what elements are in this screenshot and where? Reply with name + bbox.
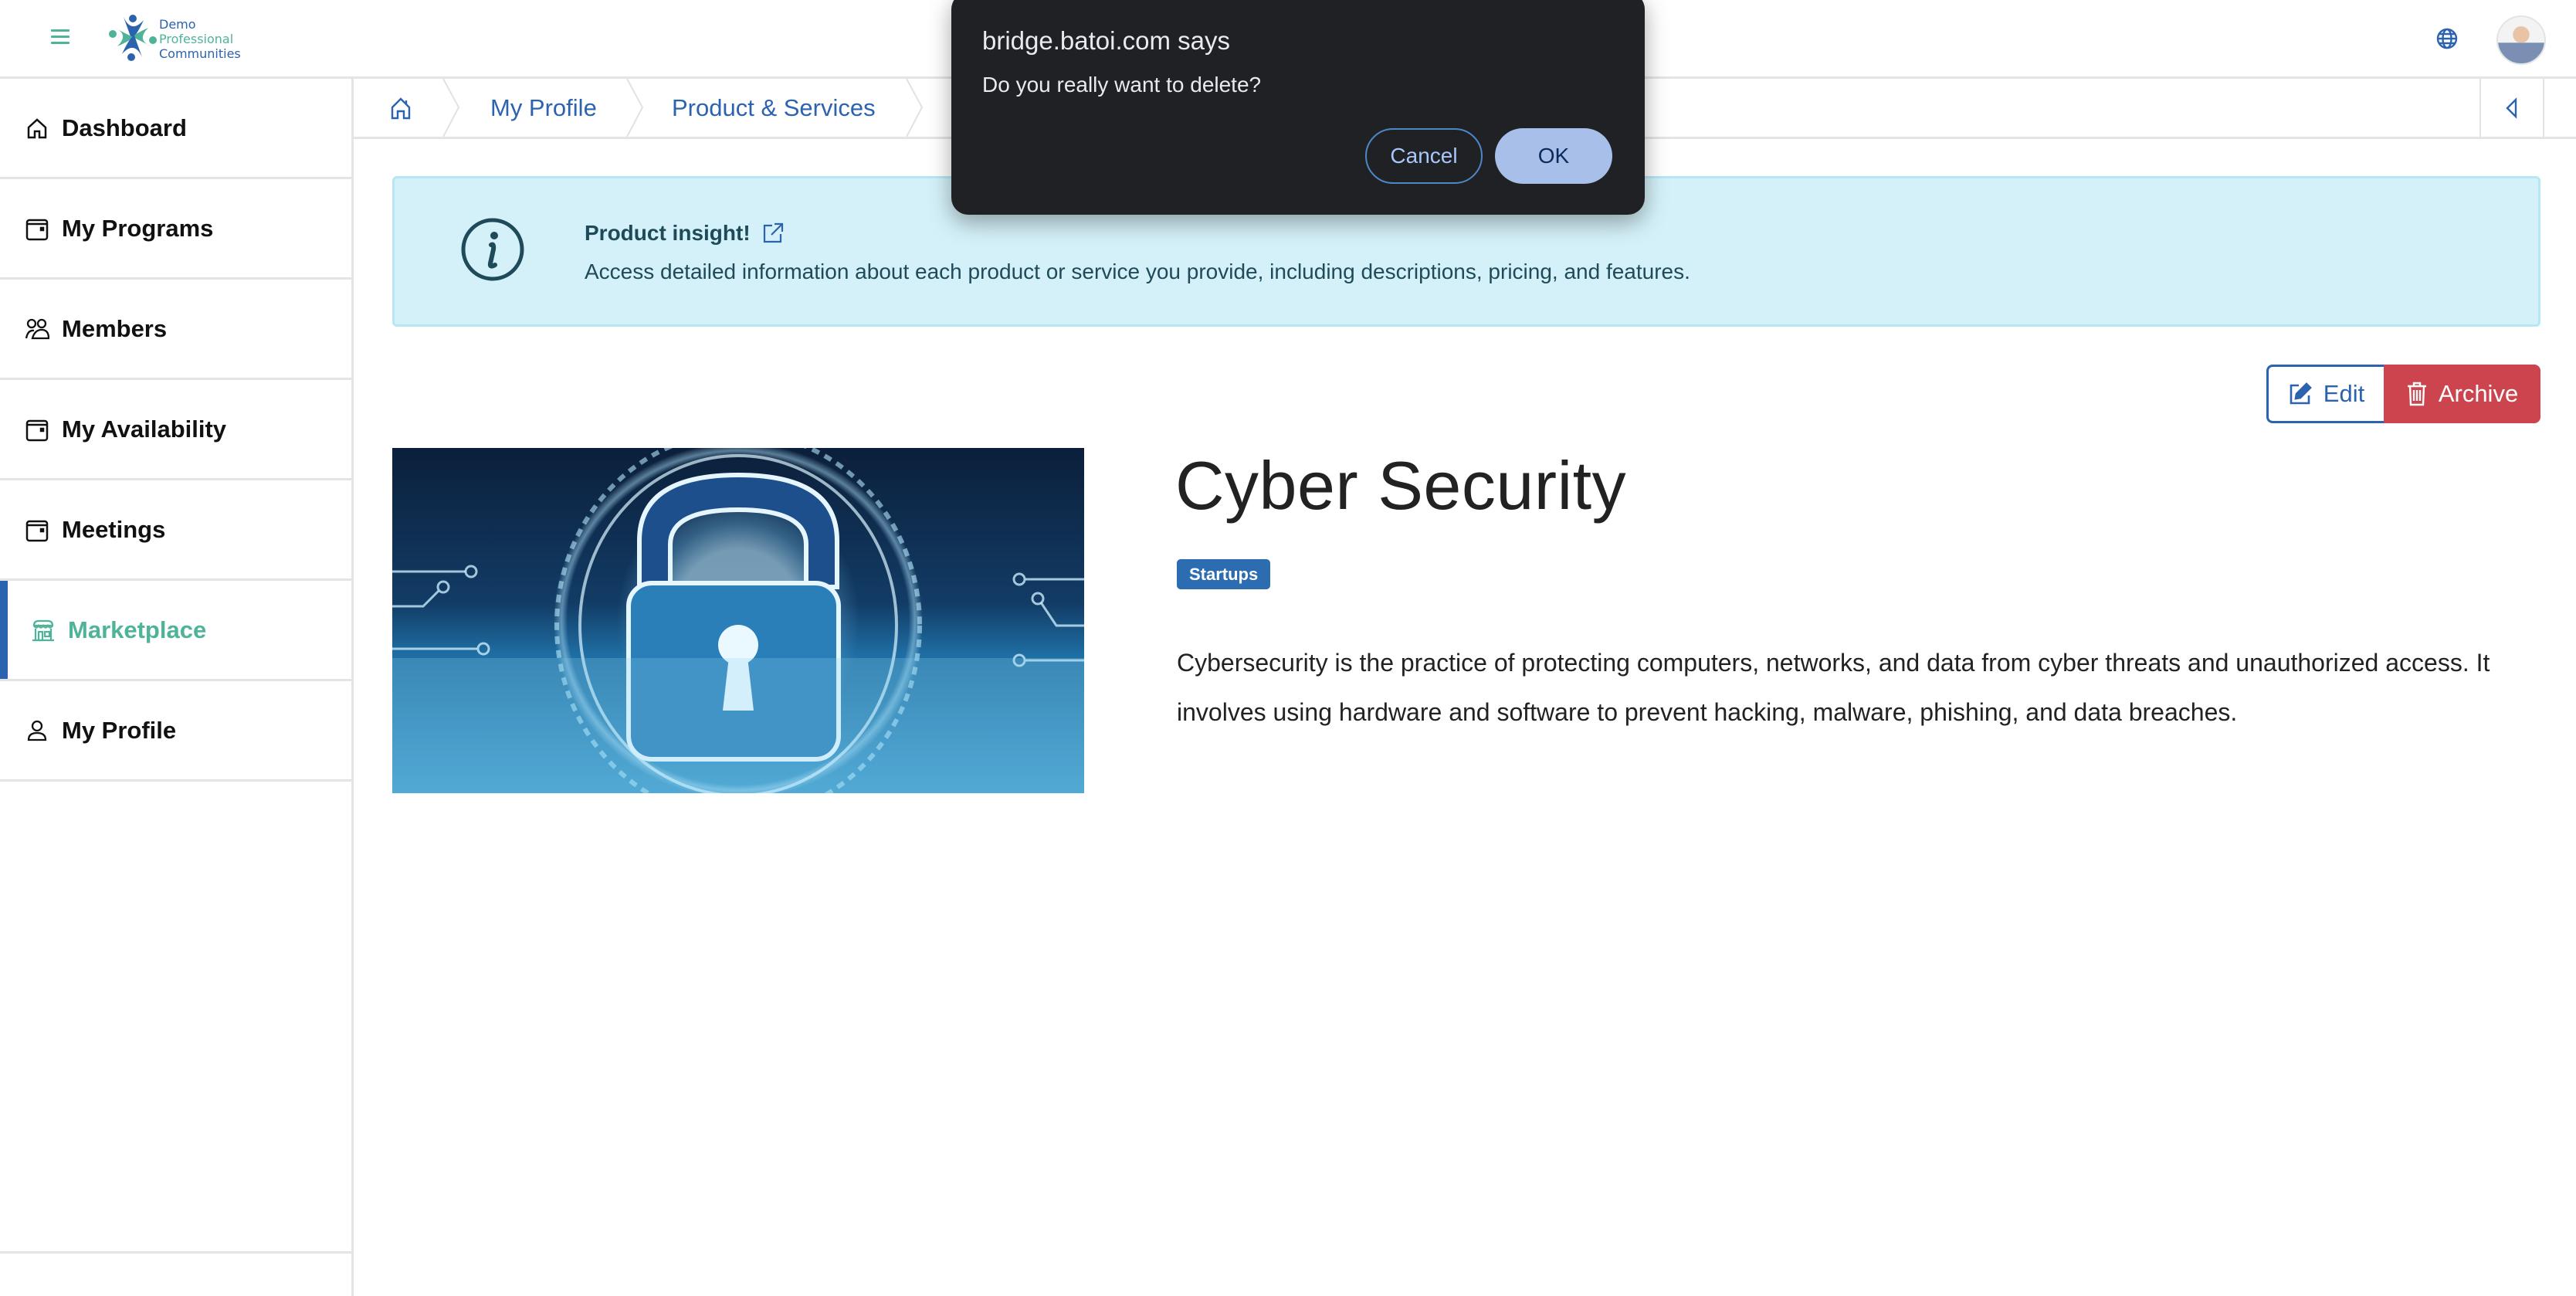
- sidebar-item-dashboard[interactable]: Dashboard: [0, 79, 351, 179]
- edit-button-label: Edit: [2323, 380, 2365, 407]
- globe-icon[interactable]: [2435, 27, 2459, 50]
- sidebar-item-label: My Profile: [62, 716, 177, 744]
- edit-button[interactable]: Edit: [2266, 365, 2384, 423]
- calendar-icon: [25, 216, 49, 241]
- padlock-illustration: [392, 448, 1084, 793]
- sidebar-item-label: My Programs: [62, 214, 214, 242]
- sidebar-item-label: Meetings: [62, 515, 166, 543]
- external-link-icon[interactable]: [761, 222, 785, 245]
- triangle-left-icon: [2506, 97, 2517, 119]
- product-image: [392, 448, 1084, 793]
- breadcrumb-separator: [906, 79, 924, 137]
- logo-mark-icon: [109, 15, 157, 61]
- confirm-dialog: bridge.batoi.com says Do you really want…: [951, 0, 1645, 215]
- sidebar-item-my-programs[interactable]: My Programs: [0, 179, 351, 280]
- breadcrumb-my-profile[interactable]: My Profile: [490, 79, 597, 137]
- user-icon: [25, 718, 49, 743]
- info-icon: [461, 218, 524, 281]
- calendar-icon: [25, 517, 49, 542]
- alert-title: Product insight!: [585, 221, 785, 246]
- sidebar-item-label: Members: [62, 314, 168, 342]
- breadcrumb-label: My Profile: [490, 93, 597, 121]
- home-icon: [391, 97, 411, 119]
- alert-title-text: Product insight!: [585, 221, 751, 245]
- breadcrumb-separator: [626, 79, 644, 137]
- hamburger-icon[interactable]: [51, 29, 69, 46]
- collapse-panel-button[interactable]: [2479, 79, 2544, 137]
- logo[interactable]: Demo Professional Communities: [108, 11, 241, 65]
- alert-body: Access detailed information about each p…: [585, 260, 1690, 283]
- sidebar-divider: [0, 1251, 351, 1254]
- archive-button[interactable]: Archive: [2384, 365, 2540, 423]
- breadcrumb-label: Product & Services: [672, 93, 876, 121]
- dialog-title: bridge.batoi.com says: [982, 26, 1230, 55]
- store-icon: [31, 618, 56, 643]
- breadcrumb-product-services[interactable]: Product & Services: [672, 79, 876, 137]
- users-icon: [25, 317, 49, 341]
- breadcrumb-separator: [442, 79, 460, 137]
- dialog-message: Do you really want to delete?: [982, 73, 1262, 97]
- user-avatar[interactable]: [2496, 15, 2546, 65]
- sidebar-item-meetings[interactable]: Meetings: [0, 480, 351, 581]
- calendar-icon: [25, 417, 49, 442]
- breadcrumb-home[interactable]: [389, 79, 412, 137]
- sidebar-item-label: My Availability: [62, 415, 227, 443]
- sidebar-item-my-profile[interactable]: My Profile: [0, 681, 351, 782]
- trash-icon: [2407, 382, 2426, 406]
- logo-line-3: Communities: [159, 46, 241, 61]
- ok-button[interactable]: OK: [1495, 128, 1612, 184]
- product-description: Cybersecurity is the practice of protect…: [1177, 649, 2490, 726]
- sidebar: Dashboard My Programs Members My Availab…: [0, 79, 354, 1296]
- logo-text: Demo Professional Communities: [159, 17, 241, 61]
- home-icon: [25, 116, 49, 141]
- logo-line-2: Professional: [159, 32, 234, 46]
- edit-icon: [2290, 382, 2312, 405]
- category-badge: Startups: [1177, 559, 1271, 589]
- sidebar-item-marketplace[interactable]: Marketplace: [0, 581, 351, 681]
- logo-line-1: Demo: [159, 17, 196, 32]
- sidebar-item-label: Marketplace: [68, 616, 207, 643]
- archive-button-label: Archive: [2438, 380, 2519, 407]
- sidebar-item-label: Dashboard: [62, 114, 187, 141]
- product-title: Cyber Security: [1175, 447, 1627, 524]
- sidebar-item-members[interactable]: Members: [0, 280, 351, 380]
- sidebar-item-my-availability[interactable]: My Availability: [0, 380, 351, 480]
- cancel-button[interactable]: Cancel: [1365, 128, 1483, 184]
